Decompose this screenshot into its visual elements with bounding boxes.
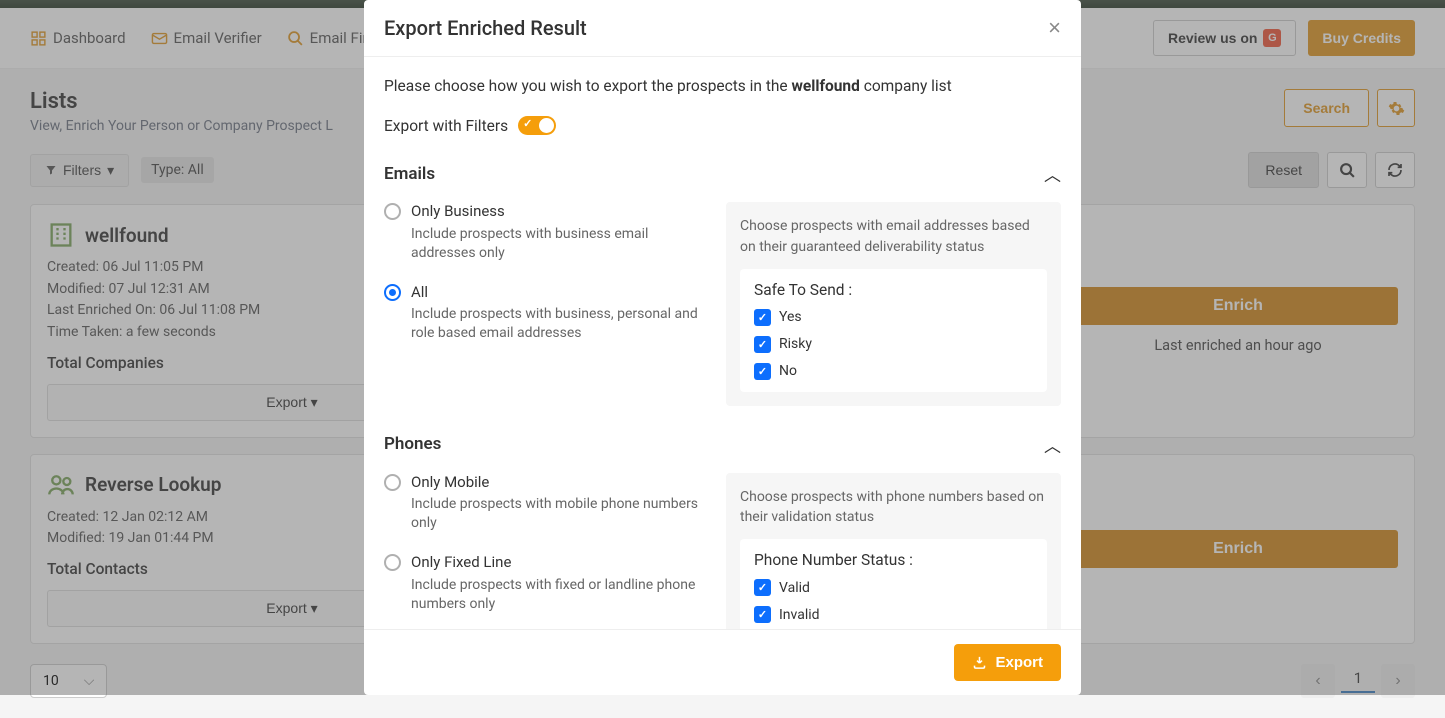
emails-section-header[interactable]: Emails ︿ [384, 161, 1061, 186]
emails-radio-all[interactable]: AllInclude prospects with business, pers… [384, 283, 706, 343]
phones-radio-only-mobile[interactable]: Only MobileInclude prospects with mobile… [384, 473, 706, 533]
radio-desc: Include prospects with business email ad… [411, 225, 706, 263]
radio-label: Only Fixed Line [411, 553, 706, 573]
phone-status-title: Phone Number Status : [754, 551, 1033, 569]
export-modal: Export Enriched Result × Please choose h… [364, 0, 1081, 695]
export-filters-toggle[interactable] [518, 116, 556, 135]
phones-radio-group: Only MobileInclude prospects with mobile… [384, 473, 706, 629]
radio-label: All [411, 283, 706, 303]
checkbox-label: Risky [779, 336, 812, 352]
phone-checkbox-invalid[interactable]: ✓ Invalid [754, 606, 1033, 623]
export-filters-label: Export with Filters [384, 117, 508, 135]
checkbox-icon: ✓ [754, 606, 771, 623]
safe-checkbox-risky[interactable]: ✓ Risky [754, 336, 1033, 353]
close-icon: × [1048, 15, 1061, 40]
radio-label: Only Business [411, 202, 706, 222]
chevron-up-icon: ︿ [1044, 432, 1061, 457]
emails-radio-group: Only Business Include prospects with busi… [384, 202, 706, 406]
radio-desc: Include prospects with business, persona… [411, 305, 706, 343]
phones-heading: Phones [384, 434, 441, 454]
phones-section-header[interactable]: Phones ︿ [384, 432, 1061, 457]
checkbox-label: Valid [779, 580, 810, 596]
safe-checkbox-yes[interactable]: ✓ Yes [754, 309, 1033, 326]
phones-radio-only-fixed-line[interactable]: Only Fixed Line Include prospects with fi… [384, 553, 706, 613]
checkbox-label: Invalid [779, 607, 820, 623]
checkbox-label: No [779, 363, 797, 379]
safe-checkbox-no[interactable]: ✓ No [754, 363, 1033, 380]
checkbox-icon: ✓ [754, 336, 771, 353]
emails-radio-only-business[interactable]: Only Business Include prospects with busi… [384, 202, 706, 262]
modal-title: Export Enriched Result [384, 16, 587, 40]
close-button[interactable]: × [1048, 17, 1061, 39]
modal-intro: Please choose how you wish to export the… [384, 75, 1061, 98]
radio-icon [384, 554, 401, 571]
phone-checkbox-valid[interactable]: ✓ Valid [754, 579, 1033, 596]
download-icon [972, 655, 987, 670]
radio-desc: Include prospects with fixed or landline… [411, 576, 706, 614]
checkbox-icon: ✓ [754, 309, 771, 326]
phones-status-intro: Choose prospects with phone numbers base… [740, 487, 1047, 528]
checkbox-icon: ✓ [754, 363, 771, 380]
radio-desc: Include prospects with mobile phone numb… [411, 495, 706, 533]
radio-icon [384, 284, 401, 301]
checkbox-label: Yes [779, 309, 802, 325]
export-button[interactable]: Export [954, 644, 1061, 681]
chevron-up-icon: ︿ [1044, 161, 1061, 186]
radio-label: Only Mobile [411, 473, 706, 493]
radio-icon [384, 203, 401, 220]
checkbox-icon: ✓ [754, 579, 771, 596]
emails-heading: Emails [384, 164, 435, 184]
radio-icon [384, 474, 401, 491]
export-button-label: Export [995, 654, 1043, 671]
modal-overlay: Export Enriched Result × Please choose h… [0, 0, 1445, 695]
safe-to-send-title: Safe To Send : [754, 281, 1033, 299]
emails-status-intro: Choose prospects with email addresses ba… [740, 216, 1047, 257]
